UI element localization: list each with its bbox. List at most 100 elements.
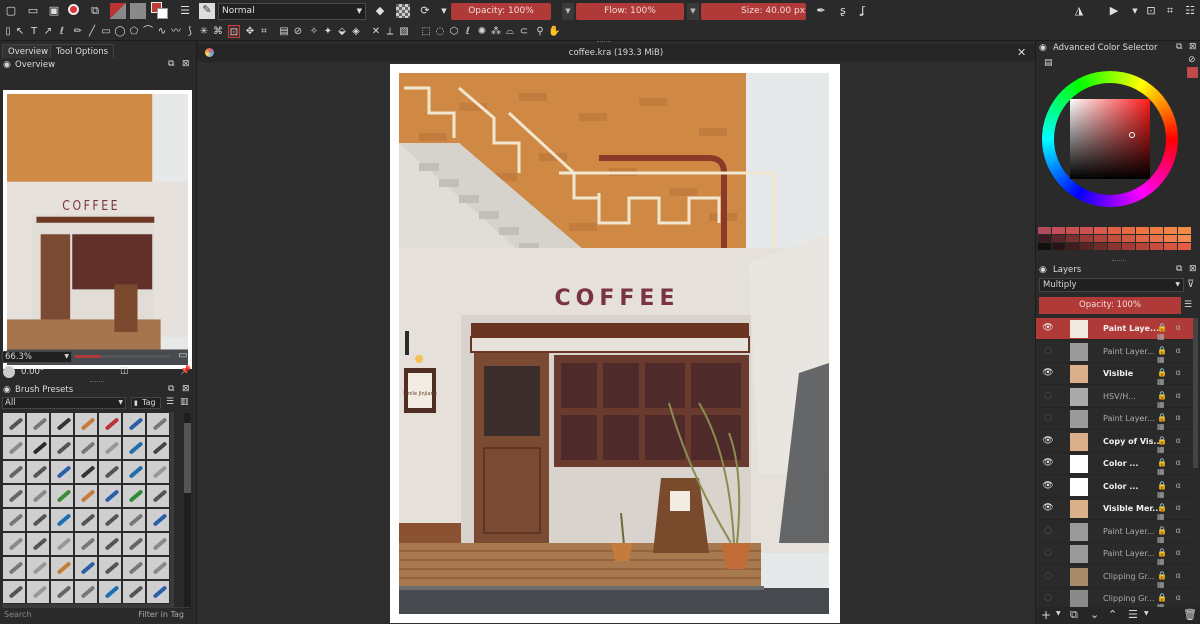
bezier-select-icon[interactable]: ⌓ bbox=[504, 25, 516, 38]
save-icon[interactable]: ▣ bbox=[47, 4, 61, 18]
brush-preset-tile[interactable] bbox=[98, 580, 122, 604]
color-swatch[interactable] bbox=[1066, 235, 1079, 242]
workspace-icon[interactable]: ☷ bbox=[1183, 4, 1197, 18]
close-dock-icon[interactable]: ⊠ bbox=[182, 59, 190, 69]
layer-flags-icons[interactable]: 🔒 α ▦ bbox=[1157, 526, 1196, 544]
dock-toggle-icon[interactable]: ◉ bbox=[3, 60, 11, 70]
brush-preset-tile[interactable] bbox=[26, 484, 50, 508]
similar-select-icon[interactable]: ⁂ bbox=[490, 25, 502, 38]
ellipse-tool-icon[interactable]: ◯ bbox=[114, 25, 126, 38]
reset-color-icon[interactable]: ⊘ bbox=[1188, 55, 1196, 65]
color-swatch[interactable] bbox=[1150, 243, 1163, 250]
brush-preset-tile[interactable] bbox=[122, 508, 146, 532]
brush-preset-tile[interactable] bbox=[122, 412, 146, 436]
color-swatch[interactable] bbox=[1164, 235, 1177, 242]
brush-preset-tile[interactable] bbox=[50, 460, 74, 484]
move-layer-up-icon[interactable]: ⌃ bbox=[1108, 608, 1117, 621]
freehand-brush-icon[interactable]: ✏ bbox=[72, 25, 84, 38]
brush-preset-tile[interactable] bbox=[2, 508, 26, 532]
brush-preset-tile[interactable] bbox=[98, 412, 122, 436]
layer-flags-icons[interactable]: 🔒 α ▦ bbox=[1157, 458, 1196, 476]
freehand-select-icon[interactable]: ℓ bbox=[462, 25, 474, 38]
transform-tool-icon[interactable]: ⊡ bbox=[228, 25, 240, 38]
brush-preset-tile[interactable] bbox=[146, 412, 170, 436]
color-swatch[interactable] bbox=[1178, 243, 1191, 250]
color-swatch[interactable] bbox=[1108, 243, 1121, 250]
layer-row[interactable]: ○ Clipping Gr... 🔒 α ▦ bbox=[1036, 588, 1196, 608]
toolbar-splitter[interactable] bbox=[597, 41, 611, 43]
brush-preset-tile[interactable] bbox=[74, 436, 98, 460]
layer-row[interactable]: ○ Clipping Gr... 🔒 α ▦ bbox=[1036, 566, 1196, 589]
color-swatch[interactable] bbox=[1094, 235, 1107, 242]
eye-icon[interactable]: 👁 bbox=[1042, 457, 1054, 469]
brush-preset-tile[interactable] bbox=[2, 580, 26, 604]
brush-preset-tile[interactable] bbox=[146, 580, 170, 604]
color-swatch[interactable] bbox=[1150, 227, 1163, 234]
add-layer-icon[interactable]: + bbox=[1041, 608, 1051, 622]
eraser-icon[interactable]: ◆ bbox=[373, 4, 387, 18]
brush-preset-tile[interactable] bbox=[146, 508, 170, 532]
float-dock-icon[interactable]: ⧉ bbox=[1176, 42, 1182, 52]
float-dock-icon[interactable]: ⧉ bbox=[1176, 264, 1182, 274]
smart-fill-icon[interactable]: ✦ bbox=[322, 25, 334, 38]
chevron-down-icon[interactable]: ▼ bbox=[1056, 610, 1061, 617]
brush-preset-tile[interactable] bbox=[98, 532, 122, 556]
assistant-tool-icon[interactable]: ✕ bbox=[370, 25, 382, 38]
open-folder-icon[interactable]: ▭ bbox=[26, 4, 40, 18]
brush-preset-tile[interactable] bbox=[50, 580, 74, 604]
close-dock-icon[interactable]: ⊠ bbox=[1189, 42, 1197, 52]
color-swatch[interactable] bbox=[1052, 235, 1065, 242]
dock-toggle-icon[interactable]: ◉ bbox=[1039, 43, 1047, 53]
document-icon[interactable]: ▯ bbox=[2, 25, 14, 38]
current-color-swatch[interactable] bbox=[1187, 67, 1198, 78]
zoom-slider-track[interactable] bbox=[101, 355, 171, 358]
layer-flags-icons[interactable]: 🔒 α ▦ bbox=[1157, 323, 1196, 341]
layer-row[interactable]: 👁 Visible Mer... 🔒 α ▦ bbox=[1036, 498, 1196, 521]
brush-preset-tile[interactable] bbox=[26, 580, 50, 604]
brush-preset-tile[interactable] bbox=[2, 436, 26, 460]
brush-preset-tile[interactable] bbox=[74, 412, 98, 436]
color-swatch[interactable] bbox=[1038, 243, 1051, 250]
wrap-icon[interactable]: ⊡ bbox=[1144, 4, 1158, 18]
chevron-down-icon[interactable]: ▼ bbox=[437, 4, 451, 18]
layer-flags-icons[interactable]: 🔒 α ▦ bbox=[1157, 548, 1196, 566]
color-swatch[interactable] bbox=[1066, 243, 1079, 250]
delete-layer-icon[interactable]: 🗑 bbox=[1183, 608, 1197, 621]
color-swatch[interactable] bbox=[1178, 227, 1191, 234]
saturation-value-square[interactable] bbox=[1070, 99, 1150, 179]
duplicate-layer-icon[interactable]: ⧉ bbox=[1070, 608, 1078, 622]
layer-flags-icons[interactable]: 🔒 α ▦ bbox=[1157, 481, 1196, 499]
brush-scrollbar-thumb[interactable] bbox=[184, 423, 191, 493]
brush-preset-tile[interactable] bbox=[26, 412, 50, 436]
close-dock-icon[interactable]: ⊠ bbox=[182, 384, 190, 394]
color-swatch[interactable] bbox=[1178, 235, 1191, 242]
chevron-down-icon[interactable]: ▼ bbox=[1128, 4, 1142, 18]
pan-tool-icon[interactable]: ✋ bbox=[548, 25, 560, 38]
color-swatch[interactable] bbox=[1122, 235, 1135, 242]
layer-row[interactable]: 👁 Visible 🔒 α ▦ bbox=[1036, 363, 1196, 386]
brush-preset-tile[interactable] bbox=[146, 532, 170, 556]
brush-preset-tile[interactable] bbox=[2, 460, 26, 484]
ellipse-select-icon[interactable]: ◌ bbox=[434, 25, 446, 38]
brush-preset-tile[interactable] bbox=[146, 484, 170, 508]
brush-preset-tile[interactable] bbox=[122, 436, 146, 460]
color-swatch[interactable] bbox=[1122, 243, 1135, 250]
eye-icon[interactable]: 👁 bbox=[1042, 502, 1054, 514]
selector-settings-icon[interactable]: ▤ bbox=[1044, 58, 1053, 68]
crop-tool-icon[interactable]: ⌗ bbox=[258, 25, 270, 38]
eye-icon[interactable]: ○ bbox=[1042, 390, 1054, 402]
color-swatch[interactable] bbox=[1052, 243, 1065, 250]
tab-overview[interactable]: Overview bbox=[2, 44, 55, 58]
brush-preset-tile[interactable] bbox=[122, 460, 146, 484]
eye-icon[interactable]: ○ bbox=[1042, 570, 1054, 582]
close-icon[interactable]: ✕ bbox=[1017, 46, 1026, 59]
brush-preset-tile[interactable] bbox=[98, 508, 122, 532]
view-mode-icon[interactable]: ▥ bbox=[180, 397, 189, 407]
calligraphy-icon[interactable]: ℓ bbox=[56, 25, 68, 38]
text-tool-icon[interactable]: T bbox=[28, 25, 40, 38]
enclose-fill-icon[interactable]: ◈ bbox=[350, 25, 362, 38]
brush-preset-tile[interactable] bbox=[26, 436, 50, 460]
blend-mode-dropdown[interactable]: Normal ▼ bbox=[218, 3, 366, 20]
color-swatch[interactable] bbox=[1108, 235, 1121, 242]
color-swatch[interactable] bbox=[1094, 227, 1107, 234]
